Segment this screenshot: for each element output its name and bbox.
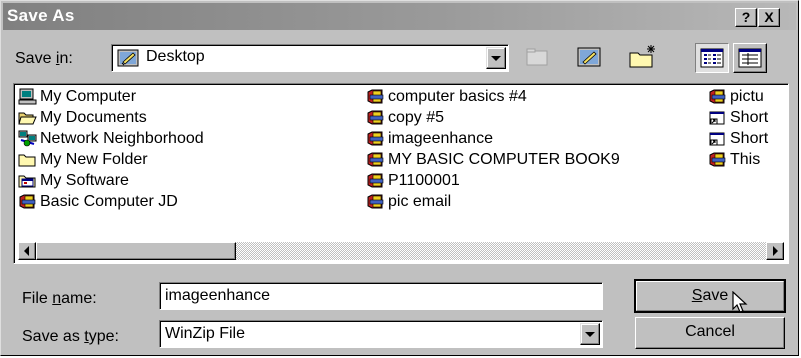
arrow-left-icon	[24, 246, 29, 256]
file-list-item[interactable]: My Computer	[18, 86, 136, 107]
desktop-icon	[577, 47, 601, 67]
folder-open-icon	[18, 112, 37, 125]
file-list-item[interactable]: Network Neighborhood	[18, 128, 204, 149]
file-list-item-label: Network Neighborhood	[40, 129, 204, 147]
file-list-item[interactable]: computer basics #4	[366, 86, 527, 107]
up-folder-icon	[526, 48, 548, 66]
winzip-icon	[367, 173, 384, 188]
list-view-icon	[700, 48, 724, 68]
create-new-folder-button[interactable]	[625, 43, 661, 73]
save-in-combo[interactable]: Desktop	[111, 44, 509, 72]
file-list-item-label: computer basics #4	[388, 87, 527, 105]
mouse-cursor-icon	[732, 291, 748, 313]
save-in-value: Desktop	[146, 48, 205, 65]
save-as-type-dropdown-button[interactable]	[580, 323, 600, 345]
save-button[interactable]: Save	[634, 279, 786, 313]
file-list-item[interactable]: P1100001	[366, 170, 460, 191]
file-list[interactable]: My Computer My Documents Network Neighborh…	[13, 83, 789, 264]
file-list-item-label: Short	[730, 129, 769, 147]
new-folder-icon	[629, 45, 655, 68]
scroll-right-button[interactable]	[766, 242, 784, 260]
file-list-item-label: Short	[730, 108, 769, 126]
file-list-item[interactable]: pic email	[366, 191, 451, 212]
save-as-type-label: Save as type:	[22, 328, 119, 345]
file-list-item[interactable]: pictu	[708, 86, 764, 107]
file-list-item-label: copy #5	[388, 108, 445, 126]
save-in-label: Save in:	[15, 50, 73, 67]
file-list-item-label: My Software	[40, 171, 129, 189]
file-list-item-label: imageenhance	[388, 129, 493, 147]
file-name-label: File name:	[22, 290, 97, 307]
file-list-item[interactable]: This	[708, 149, 760, 170]
file-list-item-label: Basic Computer JD	[40, 192, 178, 210]
help-button[interactable]: ?	[735, 8, 757, 27]
close-button[interactable]: X	[758, 8, 780, 27]
details-view-icon	[738, 48, 762, 68]
folder-icon	[18, 154, 36, 167]
winzip-icon	[367, 110, 384, 125]
save-as-type-combo[interactable]: WinZip File	[159, 320, 603, 348]
computer-icon	[18, 88, 37, 105]
desktop-button[interactable]	[572, 43, 608, 73]
winzip-icon	[367, 89, 384, 104]
file-list-item[interactable]: Basic Computer JD	[18, 191, 178, 212]
winzip-icon	[709, 89, 726, 104]
network-icon	[18, 130, 37, 147]
file-list-item[interactable]: My New Folder	[18, 149, 148, 170]
winzip-icon	[19, 194, 36, 209]
shortcut-icon	[709, 111, 725, 125]
file-list-item[interactable]: My Software	[18, 170, 129, 191]
file-list-item-label: P1100001	[388, 171, 460, 189]
winzip-icon	[709, 152, 726, 167]
file-name-input[interactable]: imageenhance	[159, 282, 603, 310]
scroll-left-button[interactable]	[18, 242, 36, 260]
file-list-item-label: My Documents	[40, 108, 147, 126]
file-list-item-label: pic email	[388, 192, 452, 210]
arrow-right-icon	[773, 246, 778, 256]
file-list-item[interactable]: Short	[708, 107, 768, 128]
file-list-item[interactable]: MY BASIC COMPUTER BOOK9	[366, 149, 620, 170]
file-list-item-label: pictu	[730, 87, 764, 105]
file-list-item-label: This	[730, 150, 761, 168]
file-list-item[interactable]: copy #5	[366, 107, 444, 128]
cancel-button[interactable]: Cancel	[635, 317, 785, 349]
folder-window-icon	[18, 175, 36, 188]
file-list-item-label: My Computer	[40, 87, 137, 105]
save-as-dialog: Save As ? X Save in: Desktop My Computer…	[0, 0, 799, 356]
scroll-thumb[interactable]	[36, 242, 236, 260]
file-list-item-label: MY BASIC COMPUTER BOOK9	[388, 150, 620, 168]
details-view-button[interactable]	[733, 43, 767, 73]
window-title: Save As	[7, 6, 75, 25]
list-view-button[interactable]	[695, 43, 729, 73]
file-list-item[interactable]: Short	[708, 128, 768, 149]
up-one-level-button[interactable]	[519, 43, 555, 73]
horizontal-scrollbar[interactable]	[18, 242, 784, 260]
file-list-item-label: My New Folder	[40, 150, 148, 168]
title-bar[interactable]: Save As ? X	[3, 3, 796, 30]
file-list-item[interactable]: imageenhance	[366, 128, 493, 149]
shortcut-icon	[709, 132, 725, 146]
save-in-dropdown-button[interactable]	[486, 47, 506, 69]
winzip-icon	[367, 194, 384, 209]
file-list-item[interactable]: My Documents	[18, 107, 147, 128]
winzip-icon	[367, 131, 384, 146]
winzip-icon	[367, 152, 384, 167]
file-name-value: imageenhance	[165, 287, 270, 304]
desktop-icon	[117, 49, 139, 67]
save-as-type-value: WinZip File	[165, 325, 246, 342]
